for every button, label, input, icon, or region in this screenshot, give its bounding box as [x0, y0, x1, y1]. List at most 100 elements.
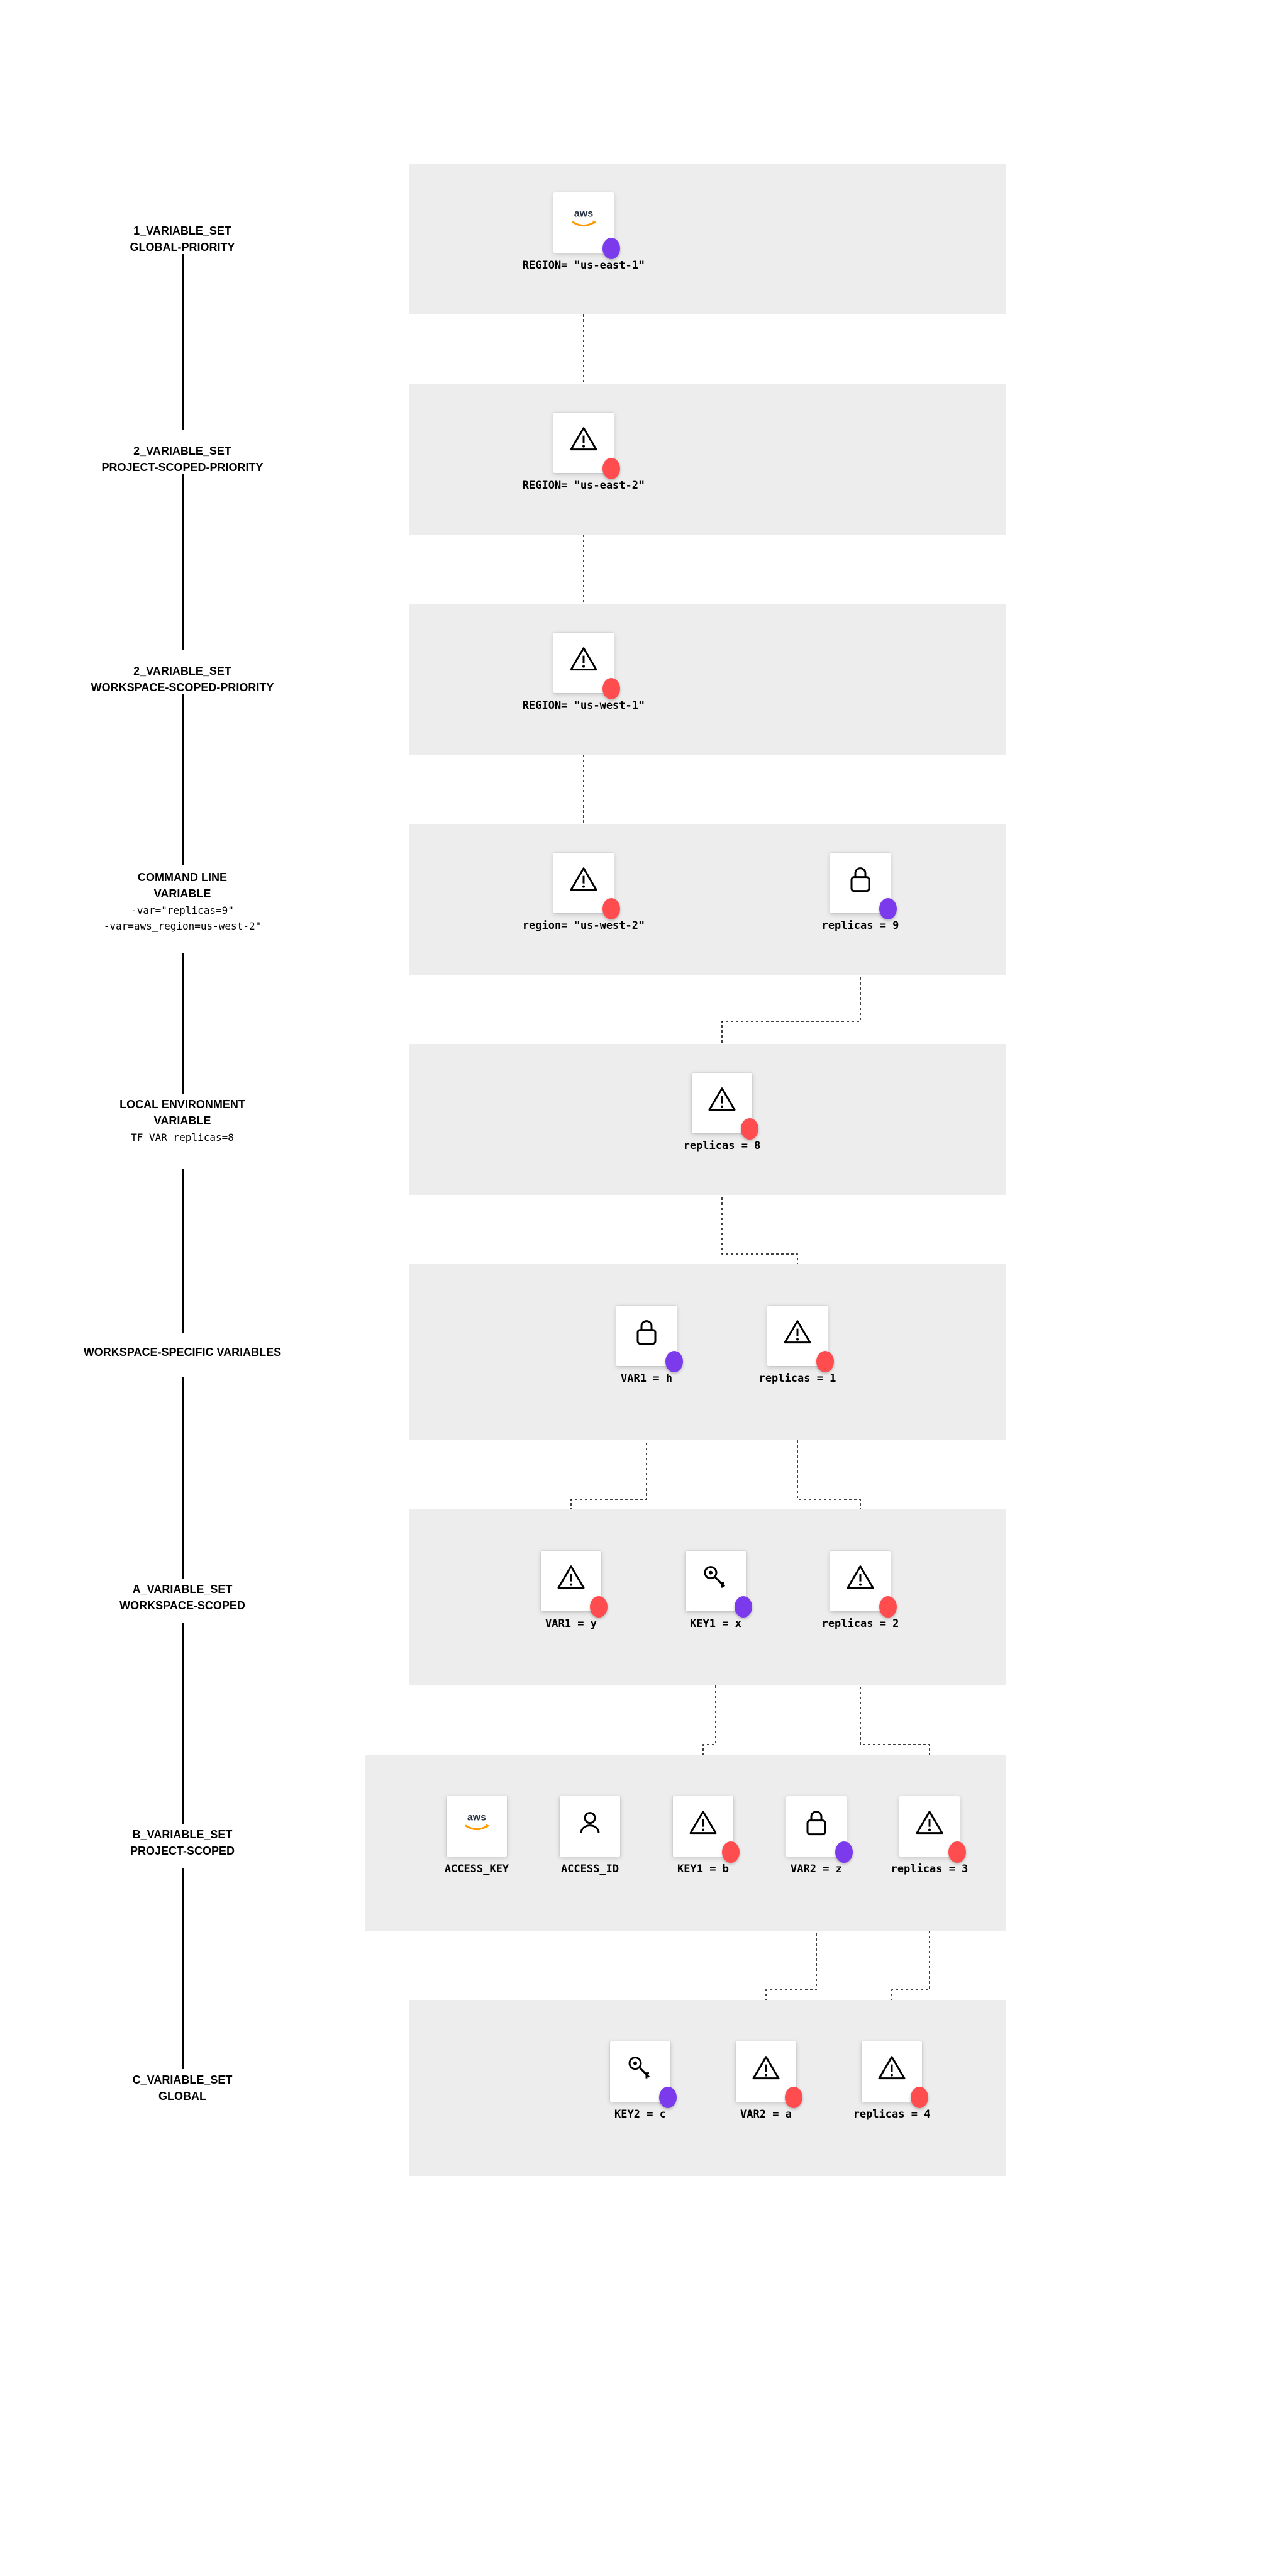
label-line: VARIABLE [69, 886, 296, 902]
r8c4 [786, 1796, 847, 1857]
r8c5 [899, 1796, 960, 1857]
left-connector [182, 1623, 184, 1824]
label-subline: -var=aws_region=us-west-2" [69, 919, 296, 933]
status-dot-overridden [722, 1841, 740, 1863]
r1c1-caption: REGION= "us-east-1" [514, 259, 653, 272]
left-connector [182, 953, 184, 1094]
row-6-label: WORKSPACE-SPECIFIC VARIABLES [69, 1344, 296, 1360]
left-connector [182, 1169, 184, 1333]
r9c3 [862, 2041, 922, 2102]
warning-icon [781, 1316, 814, 1349]
label-line: WORKSPACE-SCOPED-PRIORITY [69, 679, 296, 696]
r3c1-caption: REGION= "us-west-1" [514, 699, 653, 712]
r2c1 [553, 413, 614, 473]
label-line: 2_VARIABLE_SET [69, 663, 296, 679]
user-icon [574, 1807, 606, 1840]
warning-icon [750, 2052, 782, 2085]
r4c2-caption: replicas = 9 [791, 919, 930, 932]
left-connector [182, 694, 184, 865]
status-dot-active [879, 898, 897, 919]
r8c5-caption: replicas = 3 [860, 1863, 999, 1875]
label-subline: -var="replicas=9" [69, 903, 296, 918]
r7c2 [686, 1551, 746, 1611]
label-line: B_VARIABLE_SET [69, 1826, 296, 1843]
row-6-panel [409, 1264, 1006, 1440]
status-dot-active [735, 1596, 752, 1618]
r9c1-caption: KEY2 = c [571, 2108, 709, 2121]
row-2-label: 2_VARIABLE_SETPROJECT-SCOPED-PRIORITY [69, 443, 296, 475]
r6c1 [616, 1306, 677, 1366]
r8c1: aws [447, 1796, 507, 1857]
aws-logo-icon: aws [567, 203, 600, 236]
r2c1-caption: REGION= "us-east-2" [514, 479, 653, 492]
status-dot-active [835, 1841, 853, 1863]
label-line: VARIABLE [69, 1113, 296, 1129]
label-line: PROJECT-SCOPED [69, 1843, 296, 1859]
status-dot-overridden [785, 2087, 802, 2108]
label-line: GLOBAL-PRIORITY [69, 239, 296, 255]
label-line: GLOBAL [69, 2088, 296, 2104]
status-dot-overridden [602, 458, 620, 479]
label-line: A_VARIABLE_SET [69, 1581, 296, 1597]
r4c1-caption: region= "us-west-2" [514, 919, 653, 932]
warning-icon [913, 1807, 946, 1840]
label-line: COMMAND LINE [69, 869, 296, 886]
key-icon [624, 2052, 657, 2085]
label-line: PROJECT-SCOPED-PRIORITY [69, 459, 296, 475]
label-line: C_VARIABLE_SET [69, 2072, 296, 2088]
r4c2 [830, 853, 891, 913]
r1c1: aws [553, 192, 614, 253]
r7c1-caption: VAR1 = y [502, 1618, 640, 1630]
row-7-label: A_VARIABLE_SETWORKSPACE-SCOPED [69, 1581, 296, 1614]
status-dot-active [602, 238, 620, 259]
r9c3-caption: replicas = 4 [823, 2108, 961, 2121]
r8c2 [560, 1796, 620, 1857]
warning-icon [875, 2052, 908, 2085]
row-3-panel [409, 604, 1006, 755]
status-dot-overridden [911, 2087, 928, 2108]
r6c2 [767, 1306, 828, 1366]
status-dot-overridden [602, 898, 620, 919]
r7c3-caption: replicas = 2 [791, 1618, 930, 1630]
row-1-label: 1_VARIABLE_SETGLOBAL-PRIORITY [69, 223, 296, 255]
label-line: 2_VARIABLE_SET [69, 443, 296, 459]
r4c1 [553, 853, 614, 913]
r8c3 [673, 1796, 733, 1857]
label-line: LOCAL ENVIRONMENT [69, 1096, 296, 1113]
warning-icon [555, 1562, 587, 1594]
status-dot-overridden [741, 1118, 758, 1140]
warning-icon [706, 1084, 738, 1116]
left-connector [182, 474, 184, 650]
label-line: WORKSPACE-SCOPED [69, 1597, 296, 1614]
r9c1 [610, 2041, 670, 2102]
warning-icon [687, 1807, 719, 1840]
row-1-panel [409, 164, 1006, 314]
r9c2-caption: VAR2 = a [697, 2108, 835, 2121]
warning-icon [567, 863, 600, 896]
warning-icon [844, 1562, 877, 1594]
label-subline: TF_VAR_replicas=8 [69, 1130, 296, 1145]
aws-logo-icon: aws [460, 1807, 493, 1840]
key-icon [699, 1562, 732, 1594]
status-dot-overridden [948, 1841, 966, 1863]
label-line: WORKSPACE-SPECIFIC VARIABLES [69, 1344, 296, 1360]
status-dot-active [665, 1351, 683, 1372]
r7c3 [830, 1551, 891, 1611]
left-connector [182, 1377, 184, 1579]
status-dot-overridden [816, 1351, 834, 1372]
svg-text:aws: aws [467, 1813, 486, 1823]
lock-icon [800, 1807, 833, 1840]
status-dot-overridden [879, 1596, 897, 1618]
left-connector [182, 1868, 184, 2069]
row-4-label: COMMAND LINEVARIABLE-var="replicas=9"-va… [69, 869, 296, 934]
r5c1 [692, 1073, 752, 1133]
row-2-panel [409, 384, 1006, 535]
row-3-label: 2_VARIABLE_SETWORKSPACE-SCOPED-PRIORITY [69, 663, 296, 696]
warning-icon [567, 643, 600, 676]
row-8-label: B_VARIABLE_SETPROJECT-SCOPED [69, 1826, 296, 1859]
left-connector [182, 254, 184, 430]
label-line: 1_VARIABLE_SET [69, 223, 296, 239]
row-5-label: LOCAL ENVIRONMENTVARIABLETF_VAR_replicas… [69, 1096, 296, 1145]
warning-icon [567, 423, 600, 456]
r5c1-caption: replicas = 8 [653, 1140, 791, 1152]
